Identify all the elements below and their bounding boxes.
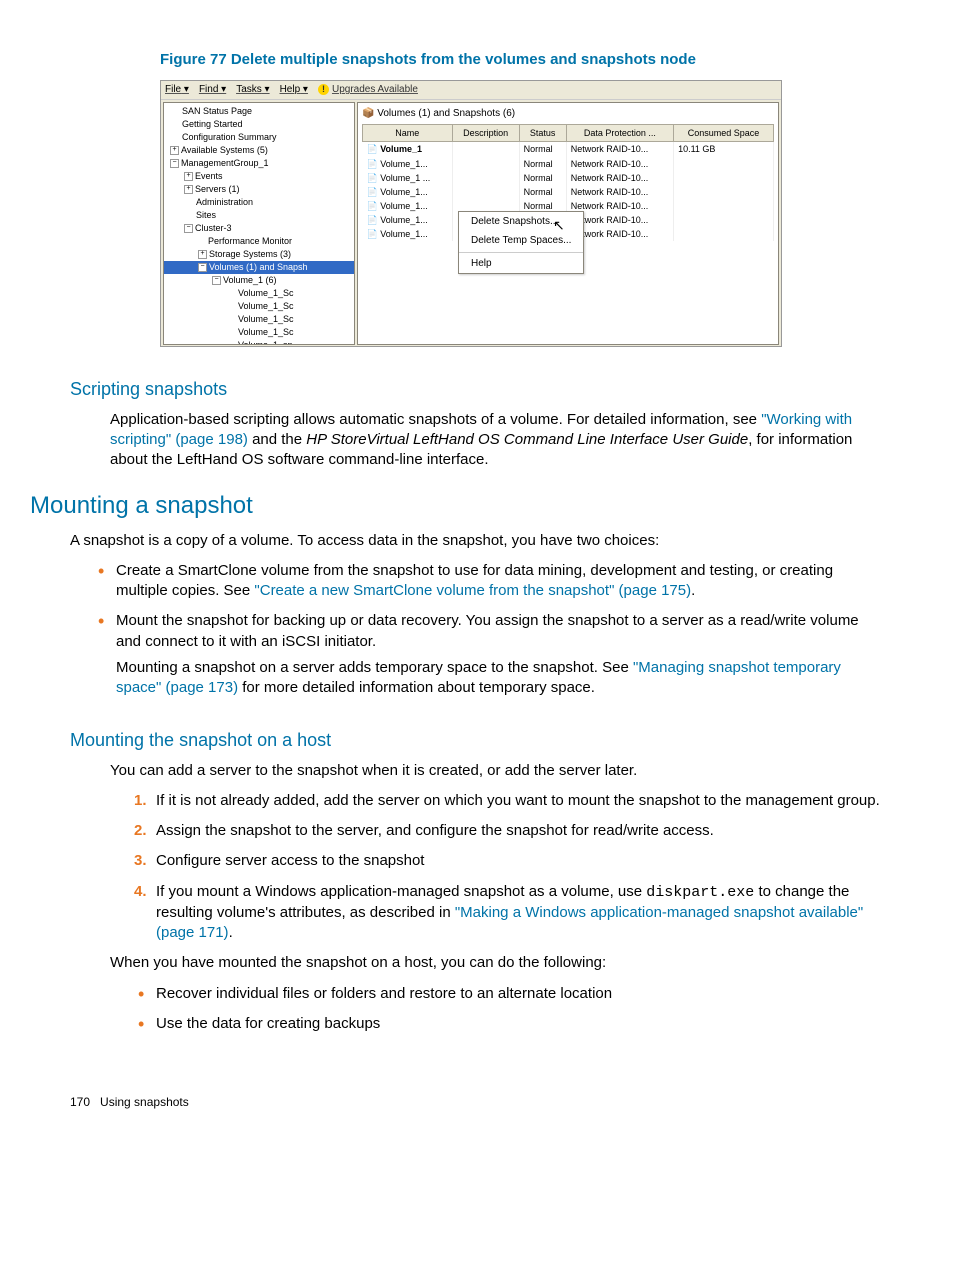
step-3: 3.Configure server access to the snapsho… xyxy=(128,851,884,871)
step-1: 1.If it is not already added, add the se… xyxy=(128,791,884,811)
bullet-smartclone: Create a SmartClone volume from the snap… xyxy=(88,561,884,602)
host-after: When you have mounted the snapshot on a … xyxy=(110,953,884,973)
step-2: 2.Assign the snapshot to the server, and… xyxy=(128,821,884,841)
tree-san-status[interactable]: SAN Status Page xyxy=(164,105,354,118)
ctx-delete-snapshots[interactable]: Delete Snapshots... xyxy=(459,212,583,232)
tree-sites[interactable]: Sites xyxy=(164,209,354,222)
page-footer: 170 Using snapshots xyxy=(70,1094,884,1110)
table-row[interactable]: 📄 Volume_1...NormalNetwork RAID-10... xyxy=(363,157,774,171)
nav-tree[interactable]: SAN Status Page Getting Started Configur… xyxy=(163,102,355,345)
tree-snap-1[interactable]: Volume_1_Sc xyxy=(164,287,354,300)
mounting-intro: A snapshot is a copy of a volume. To acc… xyxy=(70,531,884,551)
tree-snap-3[interactable]: Volume_1_Sc xyxy=(164,313,354,326)
heading-mounting-snapshot: Mounting a snapshot xyxy=(30,490,884,522)
context-menu: Delete Snapshots... Delete Temp Spaces..… xyxy=(458,211,584,275)
ctx-separator xyxy=(459,252,583,253)
menu-find[interactable]: Find ▾ xyxy=(199,83,226,97)
tree-mgmt-group[interactable]: −ManagementGroup_1 xyxy=(164,157,354,170)
table-row[interactable]: 📄 Volume_1 ...NormalNetwork RAID-10... xyxy=(363,171,774,185)
upgrades-available[interactable]: Upgrades Available xyxy=(318,83,418,97)
app-screenshot: File ▾ Find ▾ Tasks ▾ Help ▾ Upgrades Av… xyxy=(160,80,782,347)
tree-perf[interactable]: Performance Monitor xyxy=(164,235,354,248)
tree-available-systems[interactable]: +Available Systems (5) xyxy=(164,144,354,157)
tree-snap-5[interactable]: Volume_1_sn xyxy=(164,339,354,345)
bullet-mount-backup: Mount the snapshot for backing up or dat… xyxy=(88,611,884,698)
tree-administration[interactable]: Administration xyxy=(164,196,354,209)
col-name[interactable]: Name xyxy=(363,125,453,142)
ctx-delete-temp-spaces[interactable]: Delete Temp Spaces... xyxy=(459,231,583,251)
ctx-help[interactable]: Help xyxy=(459,254,583,274)
tree-volume-root[interactable]: −Volume_1 (6) xyxy=(164,274,354,287)
tree-cluster[interactable]: −Cluster-3 xyxy=(164,222,354,235)
content-pane: 📦 Volumes (1) and Snapshots (6) Name Des… xyxy=(357,102,779,345)
tree-config-summary[interactable]: Configuration Summary xyxy=(164,131,354,144)
col-protection[interactable]: Data Protection ... xyxy=(566,125,673,142)
menu-tasks[interactable]: Tasks ▾ xyxy=(236,83,269,97)
tree-volumes-snapshots[interactable]: −Volumes (1) and Snapsh xyxy=(164,261,354,274)
host-intro: You can add a server to the snapshot whe… xyxy=(110,761,884,781)
table-row[interactable]: 📄 Volume_1...NormalNetwork RAID-10... xyxy=(363,185,774,199)
after-bullet-backups: Use the data for creating backups xyxy=(128,1014,884,1034)
col-status[interactable]: Status xyxy=(519,125,566,142)
code-diskpart: diskpart.exe xyxy=(646,884,754,901)
scripting-paragraph: Application-based scripting allows autom… xyxy=(110,410,884,471)
tree-snap-2[interactable]: Volume_1_Sc xyxy=(164,300,354,313)
pane-title: 📦 Volumes (1) and Snapshots (6) xyxy=(362,107,774,121)
col-desc[interactable]: Description xyxy=(452,125,519,142)
page-number: 170 xyxy=(70,1095,90,1109)
section-title: Using snapshots xyxy=(100,1095,189,1109)
after-bullet-recover: Recover individual files or folders and … xyxy=(128,984,884,1004)
tree-events[interactable]: +Events xyxy=(164,170,354,183)
tree-storage[interactable]: +Storage Systems (3) xyxy=(164,248,354,261)
step-4: 4. If you mount a Windows application-ma… xyxy=(128,882,884,944)
menu-file[interactable]: File ▾ xyxy=(165,83,189,97)
menubar: File ▾ Find ▾ Tasks ▾ Help ▾ Upgrades Av… xyxy=(161,81,781,100)
tree-servers[interactable]: +Servers (1) xyxy=(164,183,354,196)
tree-snap-4[interactable]: Volume_1_Sc xyxy=(164,326,354,339)
tree-getting-started[interactable]: Getting Started xyxy=(164,118,354,131)
figure-caption: Figure 77 Delete multiple snapshots from… xyxy=(160,50,884,70)
heading-scripting-snapshots: Scripting snapshots xyxy=(70,377,884,401)
col-space[interactable]: Consumed Space xyxy=(674,125,774,142)
link-create-smartclone[interactable]: "Create a new SmartClone volume from the… xyxy=(254,582,691,599)
table-row[interactable]: 📄 Volume_1NormalNetwork RAID-10...10.11 … xyxy=(363,142,774,157)
heading-mounting-host: Mounting the snapshot on a host xyxy=(70,728,884,752)
menu-help[interactable]: Help ▾ xyxy=(280,83,308,97)
